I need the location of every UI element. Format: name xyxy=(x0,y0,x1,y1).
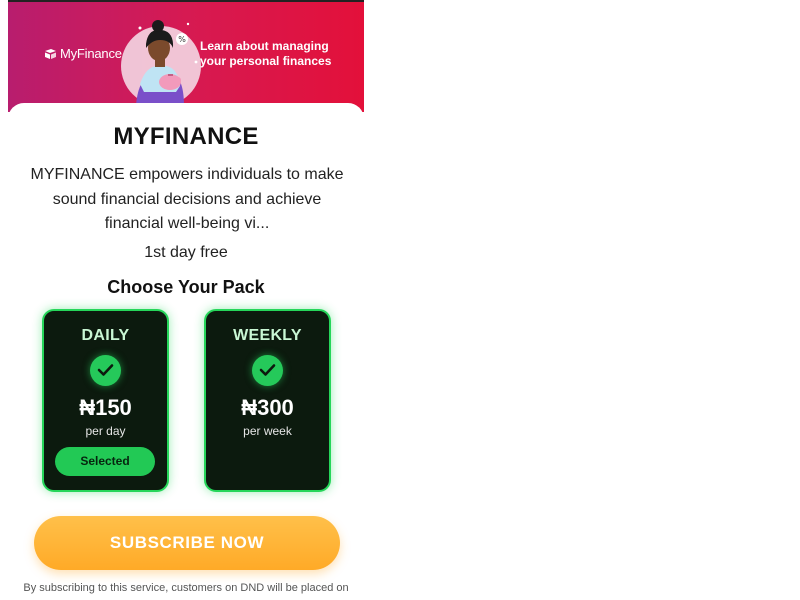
promo-banner: MyFinance % % Learn about managing xyxy=(8,0,364,112)
pack-period: per week xyxy=(243,424,292,438)
subscribe-now-button[interactable]: SUBSCRIBE NOW xyxy=(34,516,340,570)
terms-text: By subscribing to this service, customer… xyxy=(23,582,349,594)
pack-name: DAILY xyxy=(81,327,130,344)
pack-price: ₦300 xyxy=(241,395,294,420)
check-icon xyxy=(252,355,283,386)
service-title: MYFINANCE xyxy=(113,123,259,150)
logo-text: MyFinance xyxy=(60,46,122,61)
logo-mark-icon xyxy=(45,48,56,59)
pack-period: per day xyxy=(85,424,126,438)
banner-headline-line2: your personal finances xyxy=(200,54,332,68)
service-description: MYFINANCE empowers individuals to make s… xyxy=(30,166,344,232)
pack-option-weekly[interactable]: WEEKLY ₦300 per week xyxy=(204,309,331,492)
phone-screen: MyFinance % % Learn about managing xyxy=(8,0,364,600)
woman-with-piggy-bank-illustration: % % xyxy=(121,20,201,106)
check-icon xyxy=(90,355,121,386)
pack-name: WEEKLY xyxy=(233,327,302,344)
percent-icon: % xyxy=(176,33,188,45)
pack-price: ₦150 xyxy=(79,395,132,420)
svg-text:%: % xyxy=(178,35,186,44)
trial-text: 1st day free xyxy=(144,244,228,261)
pack-option-daily[interactable]: DAILY ₦150 per day Selected xyxy=(42,309,169,492)
banner-headline-line1: Learn about managing xyxy=(200,39,329,53)
brand-logo: MyFinance xyxy=(44,46,122,61)
subscription-card: MYFINANCE MYFINANCE empowers individuals… xyxy=(8,103,364,600)
selected-badge: Selected xyxy=(55,447,155,476)
banner-headline: Learn about managing your personal finan… xyxy=(200,39,360,69)
choose-pack-heading: Choose Your Pack xyxy=(107,277,265,297)
